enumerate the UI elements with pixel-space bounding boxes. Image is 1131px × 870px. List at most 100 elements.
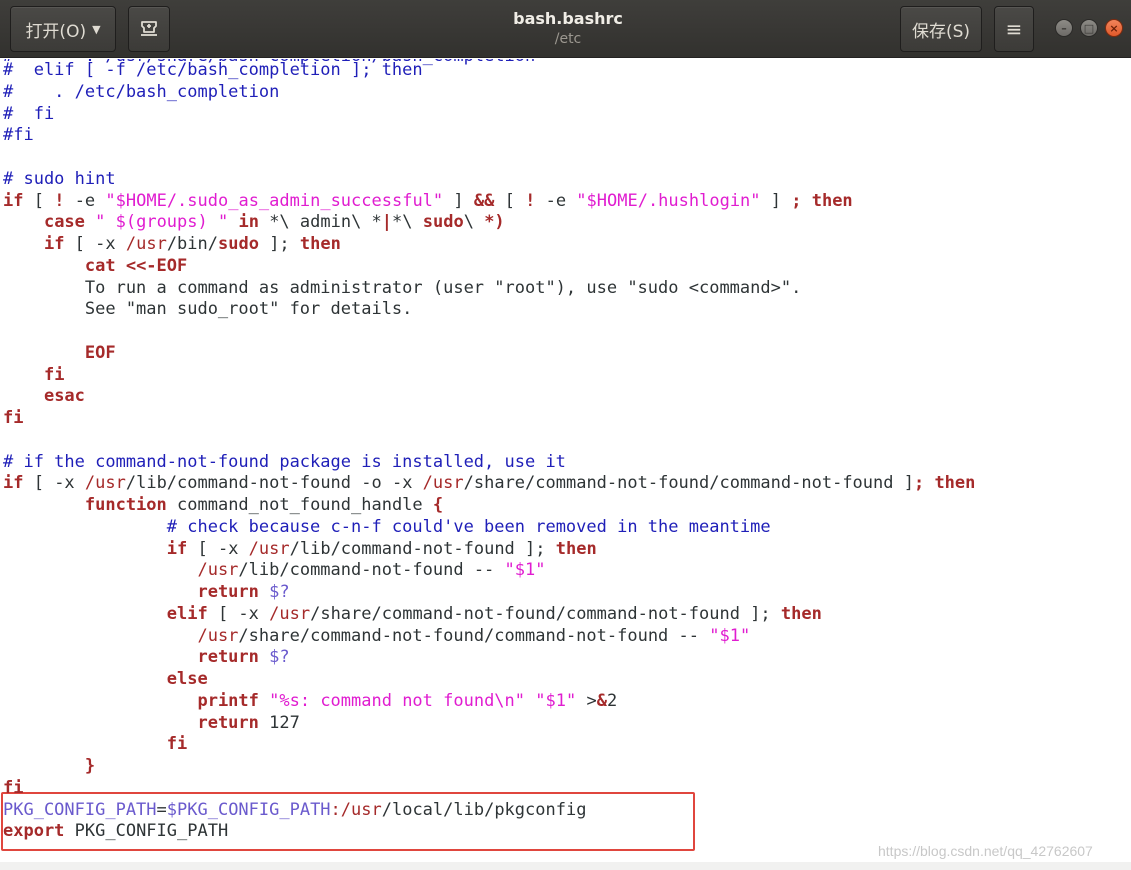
code-token-keyword: if: [166, 538, 188, 559]
code-token-comment: # check because c-n-f could've been remo…: [166, 516, 771, 537]
code-token-plain: [ -x: [64, 234, 126, 254]
code-line[interactable]: function command_not_found_handle {: [3, 494, 443, 516]
code-token-plain: /share/command-not-found/command-not-fou…: [310, 603, 781, 624]
new-document-button[interactable]: [128, 6, 170, 52]
code-token-keyword: return: [197, 647, 259, 668]
code-token-keyword: fi: [3, 408, 24, 428]
code-token-comment: # elif [ -f /etc/bash_completion ]; then: [3, 60, 423, 80]
code-token-plain: /local/lib/pkgconfig: [381, 799, 587, 820]
code-line[interactable]: }: [3, 755, 95, 777]
code-token-path: /usr: [197, 625, 239, 646]
open-button[interactable]: 打开(O) ▼: [10, 6, 116, 52]
code-token-plain: [ -x: [23, 473, 85, 494]
code-token-keyword: !: [54, 190, 65, 211]
code-line[interactable]: else: [3, 668, 208, 690]
code-line[interactable]: See "man sudo_root" for details.: [3, 298, 413, 320]
code-token-keyword: if: [3, 473, 24, 494]
code-token-plain: -e: [535, 190, 577, 211]
code-token-plain: *\ admin\ *: [258, 212, 382, 233]
code-token-keyword: in: [238, 212, 259, 233]
code-line[interactable]: # elif [ -f /etc/bash_completion ]; then: [3, 59, 423, 81]
code-line[interactable]: EOF: [3, 342, 116, 364]
code-token-plain: PKG_CONFIG_PATH: [64, 821, 229, 842]
code-token-var: $?: [269, 582, 290, 602]
code-line[interactable]: case " $(groups) " in *\ admin\ *|*\ sud…: [3, 211, 505, 233]
pin-icon: [141, 21, 157, 36]
code-line[interactable]: return 127: [3, 712, 300, 734]
save-button-label: 保存(S): [911, 21, 971, 42]
chevron-down-icon: ▼: [92, 22, 101, 36]
code-line[interactable]: printf "%s: command not found\n" "$1" >&…: [3, 690, 617, 712]
code-token-path: :/usr: [330, 799, 382, 820]
code-token-keyword: return: [197, 712, 259, 733]
code-token-keyword: ; then: [913, 473, 976, 494]
code-line[interactable]: return $?: [3, 646, 289, 668]
code-line[interactable]: # sudo hint: [3, 168, 116, 190]
code-token-plain: 2: [606, 690, 618, 711]
maximize-icon[interactable]: □: [1080, 19, 1098, 37]
code-line[interactable]: #fi: [3, 124, 34, 146]
code-line[interactable]: return $?: [3, 581, 290, 603]
minimize-icon[interactable]: –: [1055, 19, 1073, 37]
code-line[interactable]: if [ -x /usr/bin/sudo ]; then: [3, 233, 341, 255]
code-token-path: /usr: [84, 473, 126, 494]
code-token-plain: 127: [258, 712, 300, 733]
code-line[interactable]: export PKG_CONFIG_PATH: [3, 820, 228, 842]
text-editor[interactable]: # . /usr/share/bash-completion/bash_comp…: [0, 59, 1131, 870]
code-token-keyword: function: [84, 495, 167, 515]
menu-button[interactable]: ≡: [994, 6, 1034, 52]
save-button[interactable]: 保存(S): [900, 6, 982, 52]
code-token-keyword: |: [381, 212, 393, 233]
code-line[interactable]: fi: [3, 364, 64, 386]
hamburger-menu-icon: ≡: [1005, 17, 1023, 41]
close-icon[interactable]: ×: [1105, 19, 1123, 37]
window-subtitle: /etc: [554, 31, 582, 47]
code-token-string: "$1": [535, 690, 577, 711]
code-token-keyword: if: [3, 190, 24, 211]
code-token-path: /usr: [125, 234, 167, 254]
code-line[interactable]: # check because c-n-f could've been remo…: [3, 516, 771, 538]
code-line[interactable]: To run a command as administrator (user …: [3, 277, 801, 299]
code-token-comment: # if the command-not-found package is in…: [3, 451, 566, 472]
code-token-comment: # fi: [3, 103, 55, 124]
code-line[interactable]: if [ -x /usr/lib/command-not-found ]; th…: [3, 538, 597, 560]
code-line[interactable]: fi: [3, 733, 187, 755]
open-button-label: 打开(O): [25, 21, 87, 42]
code-line[interactable]: # . /etc/bash_completion: [3, 81, 279, 103]
code-token-keyword: if: [43, 234, 65, 254]
code-line[interactable]: fi: [3, 777, 23, 799]
code-token-plain: /lib/command-not-found --: [238, 560, 505, 581]
window-title-area: bash.bashrc /etc: [418, 8, 718, 48]
code-line[interactable]: elif [ -x /usr/share/command-not-found/c…: [3, 603, 822, 625]
code-token-plain: ]: [760, 190, 792, 211]
code-line[interactable]: PKG_CONFIG_PATH=$PKG_CONFIG_PATH:/usr/lo…: [3, 799, 586, 821]
code-token-keyword: EOF: [84, 342, 116, 363]
code-line[interactable]: esac: [3, 385, 85, 407]
code-token-keyword: !: [525, 190, 536, 211]
code-line[interactable]: /usr/share/command-not-found/command-not…: [3, 625, 750, 647]
code-line[interactable]: # if the command-not-found package is in…: [3, 451, 566, 473]
code-token-plain: [: [494, 190, 526, 211]
code-line[interactable]: cat <<-EOF: [3, 255, 187, 277]
code-line[interactable]: if [ ! -e "$HOME/.sudo_as_admin_successf…: [3, 190, 853, 212]
code-token-path: /usr: [269, 603, 311, 624]
header-bar: 打开(O) ▼ bash.bashrc /etc 保存(S) ≡ – □ ×: [0, 0, 1131, 58]
code-token-keyword: sudo: [218, 234, 259, 254]
code-token-keyword: fi: [166, 734, 188, 755]
code-line[interactable]: if [ -x /usr/lib/command-not-found -o -x…: [3, 472, 975, 494]
code-token-keyword: &&: [473, 190, 495, 211]
code-line[interactable]: /usr/lib/command-not-found -- "$1": [3, 559, 545, 581]
code-token-plain: /share/command-not-found/command-not-fou…: [238, 625, 710, 646]
code-line[interactable]: fi: [3, 407, 23, 429]
code-line[interactable]: # fi: [3, 103, 54, 125]
